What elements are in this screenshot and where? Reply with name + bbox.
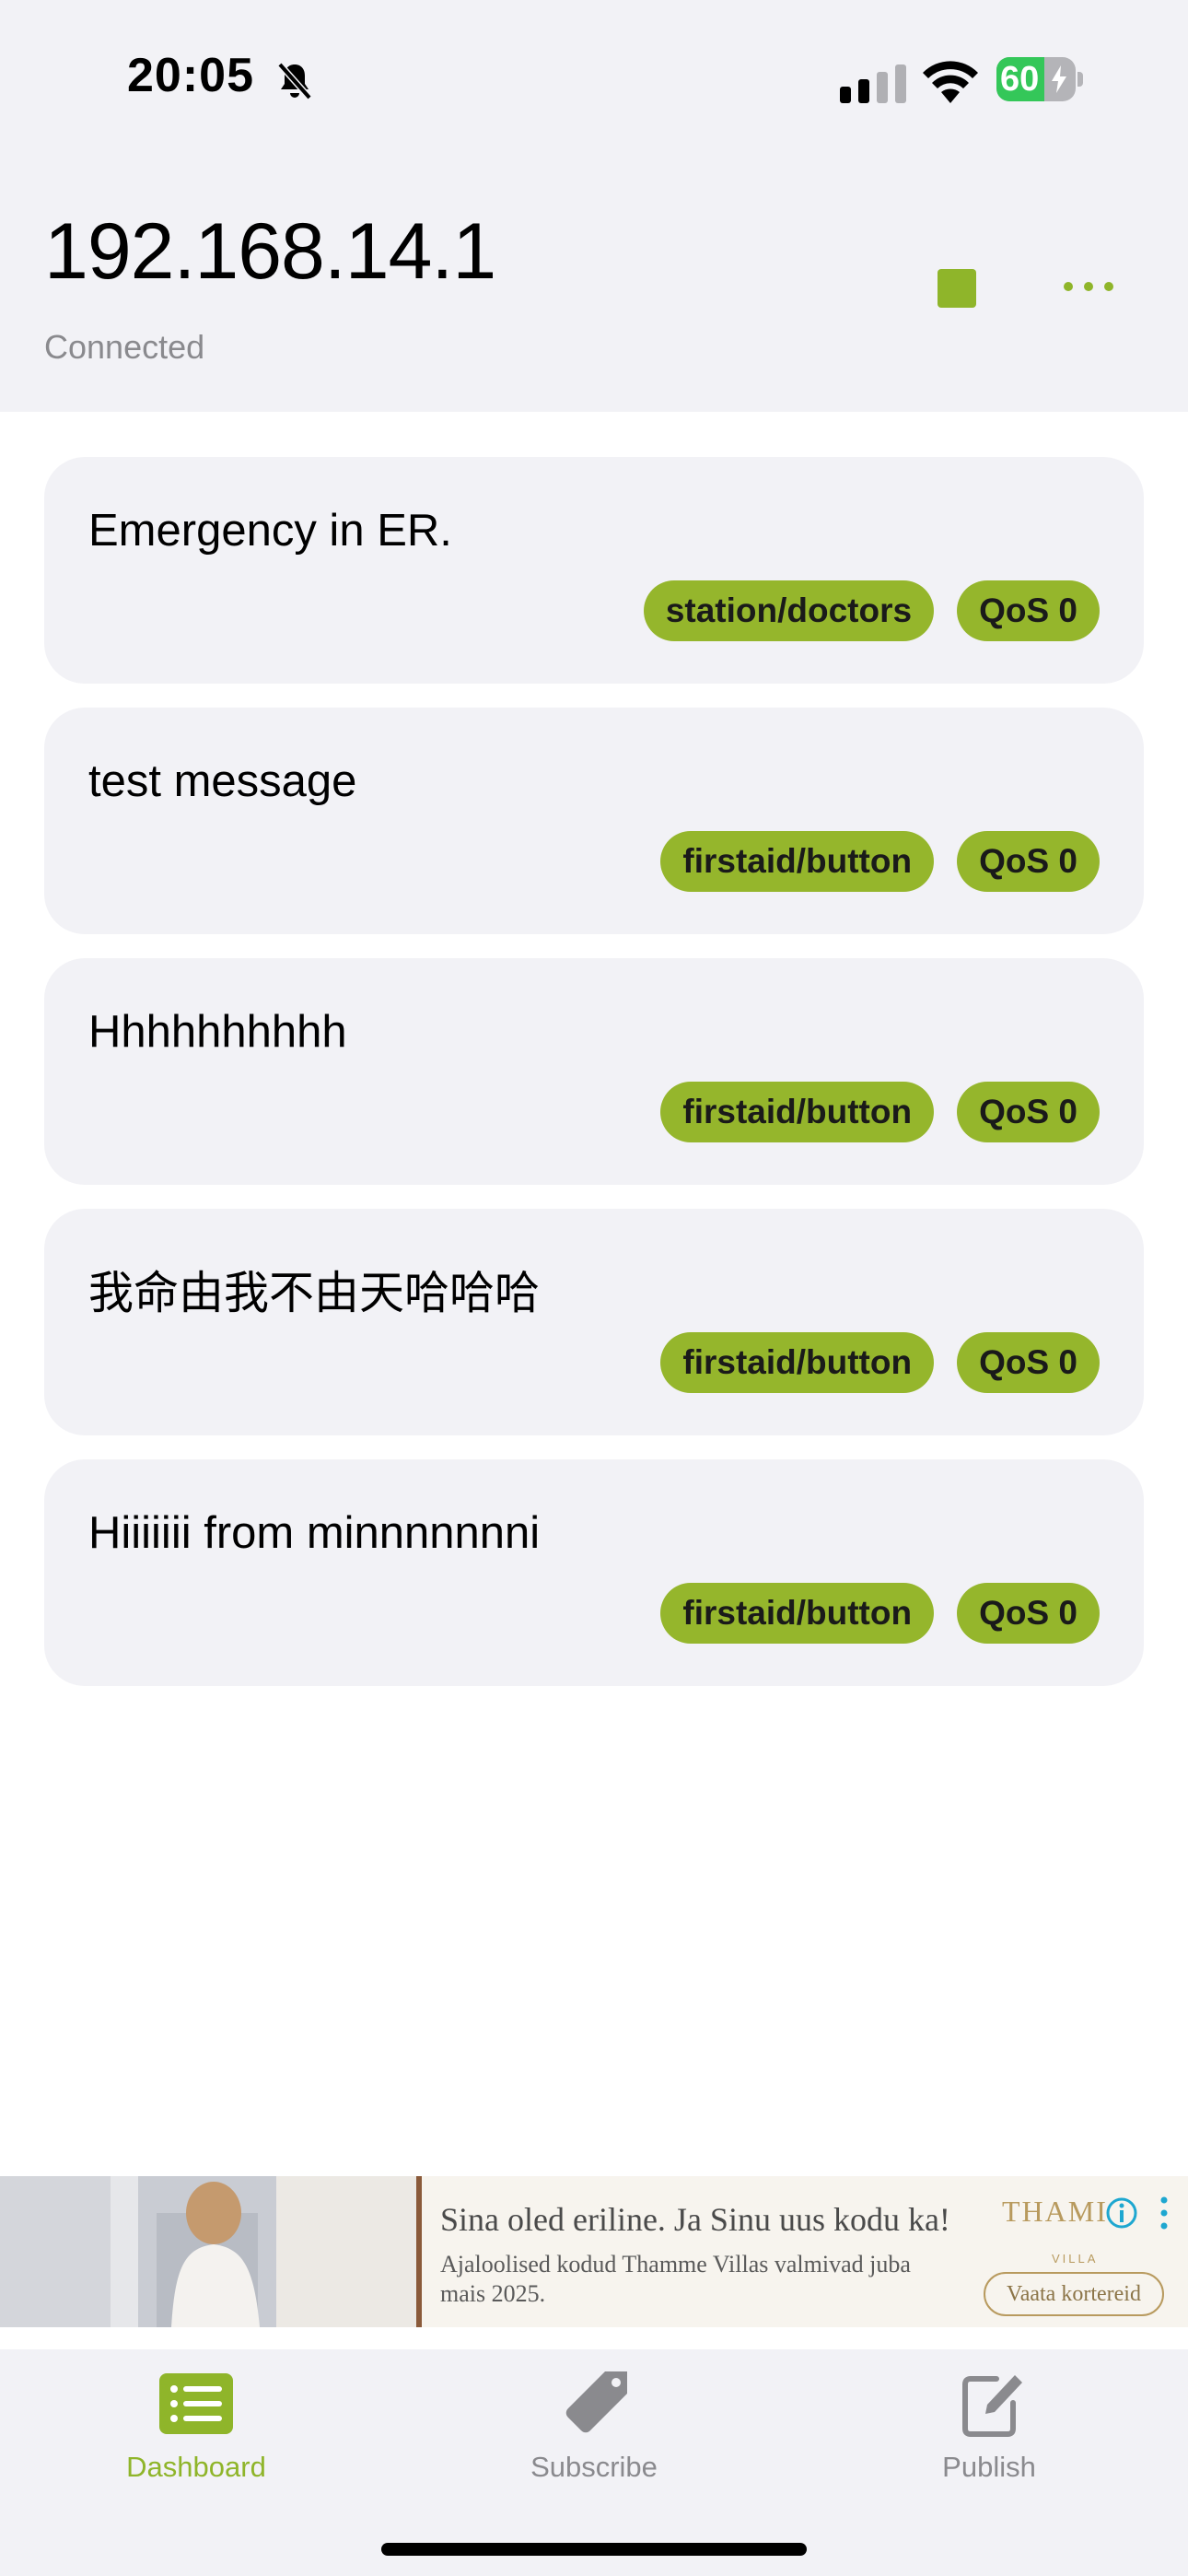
- tab-subscribe[interactable]: Subscribe: [456, 2349, 732, 2515]
- message-card[interactable]: Emergency in ER. station/doctors QoS 0: [44, 457, 1144, 684]
- qos-badge: QoS 0: [957, 1332, 1100, 1393]
- message-text: Hiiiiiii from minnnnnnni: [88, 1508, 541, 1558]
- message-list: Emergency in ER. station/doctors QoS 0 t…: [44, 457, 1144, 1710]
- message-text: Hhhhhhhhhh: [88, 1007, 347, 1057]
- tab-label: Publish: [942, 2451, 1036, 2483]
- ad-cta-button[interactable]: Vaata kortereid: [984, 2272, 1164, 2316]
- qos-badge: QoS 0: [957, 1082, 1100, 1142]
- topic-badge: firstaid/button: [660, 1332, 935, 1393]
- topic-badge: firstaid/button: [660, 1082, 935, 1142]
- disconnect-button[interactable]: [938, 269, 976, 308]
- page-title: 192.168.14.1: [44, 207, 496, 296]
- cellular-signal-icon: [840, 64, 906, 103]
- topic-badge: station/doctors: [643, 580, 935, 641]
- message-card[interactable]: 我命由我不由天哈哈哈 firstaid/button QoS 0: [44, 1209, 1144, 1435]
- topic-badge: firstaid/button: [660, 1583, 935, 1644]
- header: 20:05 60 192.168.14.1 Connected: [0, 0, 1188, 412]
- qos-badge: QoS 0: [957, 1583, 1100, 1644]
- list-icon: [159, 2373, 233, 2434]
- ad-headline: Sina oled eriline. Ja Sinu uus kodu ka!: [440, 2201, 950, 2238]
- more-options-icon[interactable]: [1059, 273, 1118, 300]
- message-card[interactable]: test message firstaid/button QoS 0: [44, 708, 1144, 934]
- message-text: 我命由我不由天哈哈哈: [88, 1269, 541, 1318]
- message-text: Emergency in ER.: [88, 506, 452, 556]
- message-card[interactable]: Hiiiiiii from minnnnnnni firstaid/button…: [44, 1459, 1144, 1686]
- connection-status: Connected: [44, 328, 205, 366]
- home-indicator[interactable]: [381, 2543, 807, 2556]
- bell-muted-icon: [277, 62, 312, 100]
- ad-brand-subtitle: VILLA: [1052, 2252, 1099, 2266]
- ad-brand-logo: THAMI: [1002, 2195, 1108, 2228]
- ad-body: Ajaloolised kodud Thamme Villas valmivad…: [440, 2251, 911, 2307]
- tab-label: Dashboard: [126, 2451, 266, 2483]
- message-card[interactable]: Hhhhhhhhhh firstaid/button QoS 0: [44, 958, 1144, 1185]
- topic-badge: firstaid/button: [660, 831, 935, 892]
- tab-label: Subscribe: [530, 2451, 658, 2483]
- message-tags: firstaid/button QoS 0: [660, 1583, 1100, 1644]
- ad-menu-icon[interactable]: [1157, 2195, 1171, 2231]
- qos-badge: QoS 0: [957, 831, 1100, 892]
- message-tags: firstaid/button QoS 0: [660, 831, 1100, 892]
- charging-bolt-icon: [1052, 65, 1066, 93]
- message-tags: firstaid/button QoS 0: [660, 1082, 1100, 1142]
- ad-banner[interactable]: Sina oled eriline. Ja Sinu uus kodu ka! …: [0, 2176, 1188, 2327]
- status-bar: 20:05 60: [0, 0, 1188, 157]
- ad-info-icon[interactable]: [1105, 2196, 1138, 2230]
- message-tags: firstaid/button QoS 0: [660, 1332, 1100, 1393]
- qos-badge: QoS 0: [957, 580, 1100, 641]
- tag-icon: [565, 2371, 627, 2433]
- wifi-icon: [923, 61, 978, 103]
- tab-dashboard[interactable]: Dashboard: [58, 2349, 334, 2515]
- compose-icon: [962, 2375, 1022, 2437]
- battery-percent: 60: [1000, 60, 1040, 99]
- battery-icon: 60: [996, 57, 1083, 103]
- tab-publish[interactable]: Publish: [851, 2349, 1127, 2515]
- message-tags: station/doctors QoS 0: [643, 580, 1100, 641]
- ad-photo: [0, 2176, 422, 2327]
- status-time: 20:05: [127, 49, 254, 102]
- message-text: test message: [88, 756, 357, 806]
